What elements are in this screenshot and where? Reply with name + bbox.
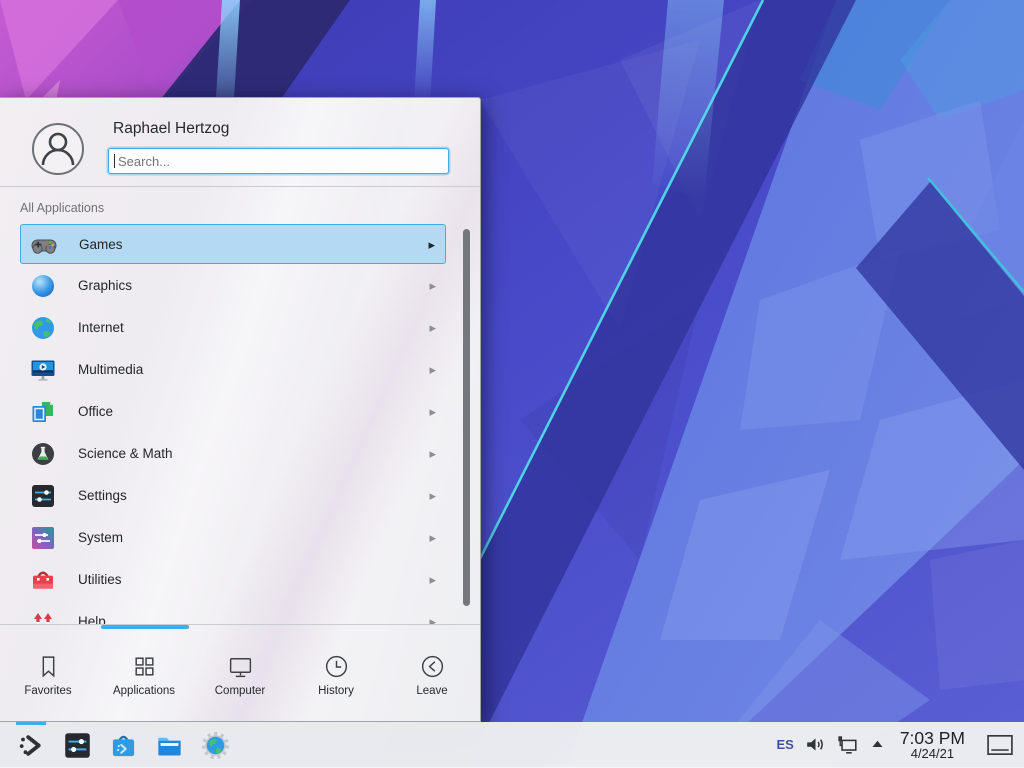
expand-tray-icon[interactable] [870,737,885,752]
category-label: Science & Math [78,434,173,474]
system-tray: ES 7:03 [776,729,1014,761]
launcher-tabbar: Favorites Applications C [0,629,480,721]
history-icon [323,653,350,680]
chevron-right-icon: ▸ [429,308,436,348]
web-browser-icon [201,731,230,760]
category-games[interactable]: Games ▸ [20,224,446,264]
category-graphics[interactable]: Graphics ▸ [20,266,446,306]
show-desktop-icon [986,734,1014,756]
tab-applications[interactable]: Applications [96,629,192,721]
application-launcher-menu: Raphael Hertzog All Applications [0,97,481,722]
discover-icon [109,731,138,760]
show-desktop-button[interactable] [986,734,1014,756]
category-multimedia[interactable]: Multimedia ▸ [20,350,446,390]
volume-icon[interactable] [805,734,826,755]
category-label: Internet [78,308,124,348]
tab-history[interactable]: History [288,629,384,721]
category-label: Multimedia [78,350,143,390]
category-help[interactable]: Help ▸ [20,602,446,624]
tab-favorites[interactable]: Favorites [0,629,96,721]
leave-icon [419,653,446,680]
chevron-right-icon: ▸ [429,392,436,432]
chevron-right-icon: ▸ [429,518,436,558]
category-science-math[interactable]: Science & Math ▸ [20,434,446,474]
category-label: Utilities [78,560,122,600]
header-divider [0,186,480,187]
applications-icon [131,653,158,680]
text-caret [114,154,115,168]
user-icon [34,125,82,173]
category-office[interactable]: Office ▸ [20,392,446,432]
chevron-right-icon: ▸ [429,476,436,516]
science-icon [30,441,56,467]
kickoff-launcher-icon [17,731,46,760]
clock-time: 7:03 PM [900,729,965,747]
category-label: System [78,518,123,558]
file-manager-icon [155,731,184,760]
category-settings[interactable]: Settings ▸ [20,476,446,516]
launcher-active-indicator [16,722,46,725]
computer-icon [227,653,254,680]
category-utilities[interactable]: Utilities ▸ [20,560,446,600]
tab-label: History [318,685,354,697]
keyboard-layout-indicator[interactable]: ES [776,737,793,752]
taskbar-panel: ES 7:03 [0,722,1024,768]
chevron-right-icon: ▸ [428,225,435,265]
chevron-right-icon: ▸ [429,350,436,390]
discover-task-button[interactable] [100,722,146,768]
utilities-icon [30,567,56,593]
settings-icon [30,483,56,509]
category-internet[interactable]: Internet ▸ [20,308,446,348]
category-label: Help [78,602,106,624]
tab-leave[interactable]: Leave [384,629,480,721]
tab-label: Applications [113,685,175,697]
list-scrollbar[interactable] [463,229,470,606]
category-label: Graphics [78,266,132,306]
games-icon [31,232,57,258]
category-system[interactable]: System ▸ [20,518,446,558]
search-input[interactable] [108,148,449,174]
network-icon[interactable] [837,734,859,756]
clock-date: 4/24/21 [900,747,965,761]
chevron-right-icon: ▸ [429,560,436,600]
category-list: Games ▸ Graphics ▸ [20,224,446,624]
office-icon [30,399,56,425]
web-browser-task-button[interactable] [192,722,238,768]
tab-label: Computer [215,685,266,697]
internet-icon [30,315,56,341]
chevron-right-icon: ▸ [429,602,436,624]
tab-label: Favorites [24,685,71,697]
favorites-icon [35,653,62,680]
user-avatar[interactable] [32,123,84,175]
digital-clock[interactable]: 7:03 PM 4/24/21 [900,729,965,761]
desktop: Raphael Hertzog All Applications [0,0,1024,768]
category-label: Games [79,225,123,265]
system-icon [30,525,56,551]
tabbar-divider [0,624,480,625]
section-label: All Applications [20,201,104,215]
help-icon [30,609,56,624]
graphics-icon [30,273,56,299]
multimedia-icon [30,357,56,383]
tab-label: Leave [416,685,447,697]
system-settings-icon [63,731,92,760]
chevron-right-icon: ▸ [429,434,436,474]
user-name: Raphael Hertzog [113,120,229,138]
kickoff-launcher-button[interactable] [8,722,54,768]
system-settings-task-button[interactable] [54,722,100,768]
category-label: Settings [78,476,127,516]
file-manager-task-button[interactable] [146,722,192,768]
category-label: Office [78,392,113,432]
active-tab-indicator [101,625,189,629]
tab-computer[interactable]: Computer [192,629,288,721]
chevron-right-icon: ▸ [429,266,436,306]
